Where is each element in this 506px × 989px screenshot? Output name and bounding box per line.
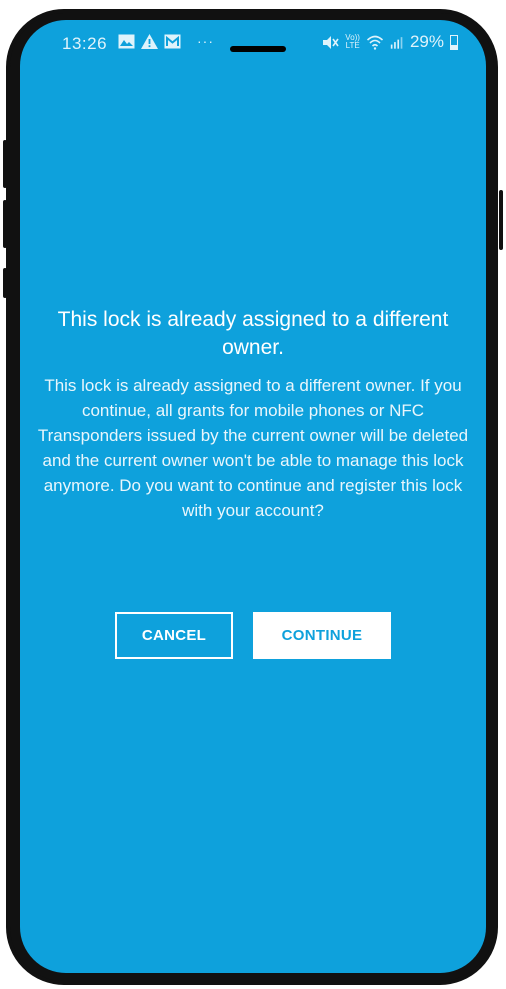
more-notifications-icon: ··· [197, 33, 214, 49]
continue-button[interactable]: CONTINUE [253, 612, 391, 659]
image-icon [118, 34, 135, 48]
warning-icon [141, 33, 158, 49]
wifi-icon [366, 35, 384, 50]
battery-percent: 29% [409, 32, 444, 51]
power-button [499, 190, 503, 250]
status-time: 13:26 [62, 34, 108, 53]
app-screen: 13:26 ··· Vo)) LTE 29% This lock is alre… [20, 20, 486, 973]
gmail-icon [164, 34, 181, 48]
dialog-message: This lock is already assigned to a diffe… [37, 376, 469, 520]
mute-icon [323, 35, 339, 49]
volte-icon: Vo)) LTE [345, 34, 360, 50]
system-icons: Vo)) LTE 29% [322, 32, 458, 52]
cancel-button[interactable]: CANCEL [115, 612, 233, 659]
notification-icons: ··· [118, 33, 214, 49]
signal-icon [390, 36, 403, 49]
camera-notch [230, 46, 286, 52]
volte-bottom: LTE [345, 41, 360, 50]
status-bar: 13:26 ··· Vo)) LTE 29% [20, 20, 486, 70]
battery-icon [450, 34, 458, 50]
dialog-title: This lock is already assigned to a diffe… [57, 308, 449, 359]
dialog-buttons: CANCEL CONTINUE [20, 612, 486, 659]
phone-frame: 13:26 ··· Vo)) LTE 29% This lock is alre… [0, 0, 506, 989]
